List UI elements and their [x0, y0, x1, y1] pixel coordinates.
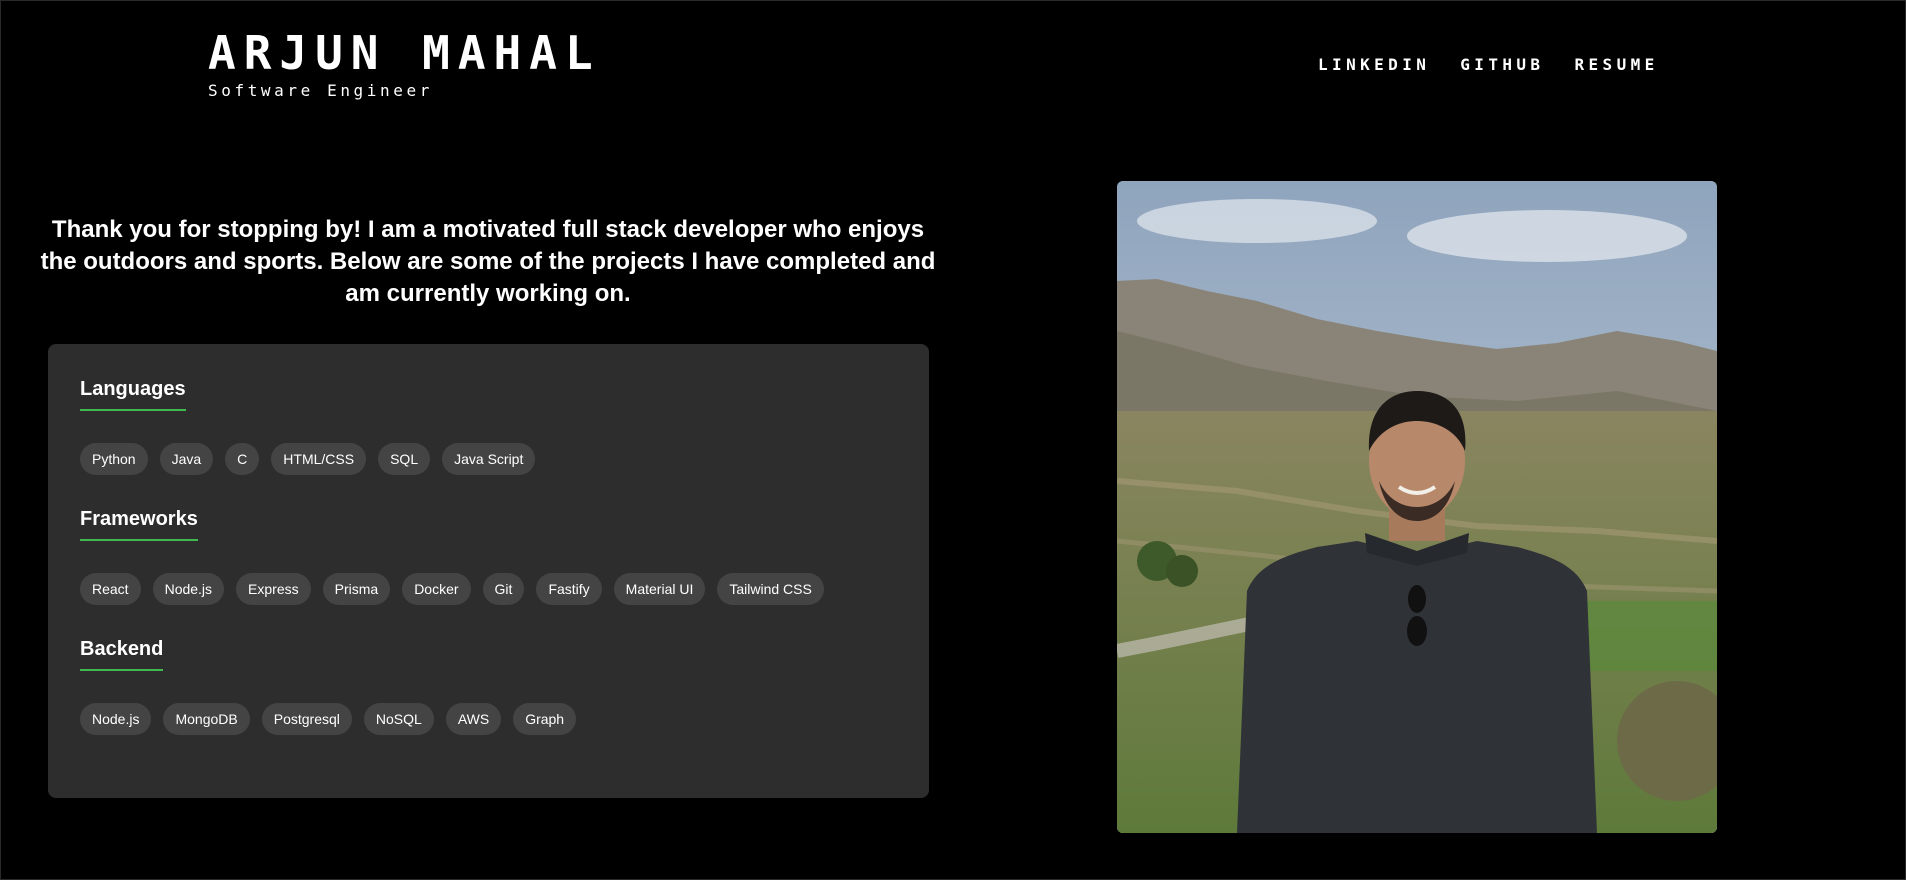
skill-chip: Node.js	[80, 703, 152, 735]
frameworks-chip-list: React Node.js Express Prisma Docker Git …	[80, 573, 824, 605]
nav-resume-link[interactable]: RESUME	[1574, 55, 1658, 74]
skill-chip: Node.js	[152, 573, 225, 605]
skill-chip: AWS	[445, 703, 502, 735]
profile-photo	[1117, 181, 1717, 833]
intro-text: Thank you for stopping by! I am a motiva…	[40, 216, 936, 307]
skill-chip: SQL	[378, 443, 431, 475]
skill-chip: Prisma	[322, 573, 391, 605]
profile-photo-illustration	[1117, 181, 1717, 833]
main-nav: LINKEDIN GITHUB RESUME	[1318, 55, 1659, 74]
skill-chip: C	[225, 443, 260, 475]
skill-chip: Fastify	[536, 573, 602, 605]
backend-chip-list: Node.js MongoDB Postgresql NoSQL AWS Gra…	[80, 703, 577, 735]
skill-chip: Java Script	[442, 443, 536, 475]
languages-chip-list: Python Java C HTML/CSS SQL Java Script	[80, 443, 536, 475]
backend-heading: Backend	[80, 638, 164, 671]
skill-chip: Tailwind CSS	[717, 573, 824, 605]
skill-chip: MongoDB	[163, 703, 250, 735]
skills-card: Languages Python Java C HTML/CSS SQL Jav…	[48, 344, 929, 798]
skill-chip: Postgresql	[261, 703, 352, 735]
site-subtitle: Software Engineer	[208, 81, 433, 100]
skill-chip: Python	[80, 443, 148, 475]
skill-chip: Git	[482, 573, 525, 605]
backend-section: Backend Node.js MongoDB Postgresql NoSQL…	[80, 638, 577, 735]
skill-chip: Docker	[402, 573, 471, 605]
frameworks-heading: Frameworks	[80, 508, 198, 541]
skill-chip: NoSQL	[363, 703, 434, 735]
skill-chip: HTML/CSS	[271, 443, 367, 475]
skill-chip: Express	[236, 573, 311, 605]
skill-chip: Java	[159, 443, 214, 475]
skill-chip: Graph	[513, 703, 577, 735]
skill-chip: React	[80, 573, 141, 605]
skill-chip: Material UI	[613, 573, 706, 605]
languages-heading: Languages	[80, 378, 186, 411]
brand: ARJUN MAHAL Software Engineer	[208, 26, 601, 100]
nav-github-link[interactable]: GITHUB	[1460, 55, 1544, 74]
nav-linkedin-link[interactable]: LINKEDIN	[1318, 55, 1430, 74]
languages-section: Languages Python Java C HTML/CSS SQL Jav…	[80, 378, 536, 475]
frameworks-section: Frameworks React Node.js Express Prisma …	[80, 508, 824, 605]
site-name: ARJUN MAHAL	[208, 26, 601, 80]
